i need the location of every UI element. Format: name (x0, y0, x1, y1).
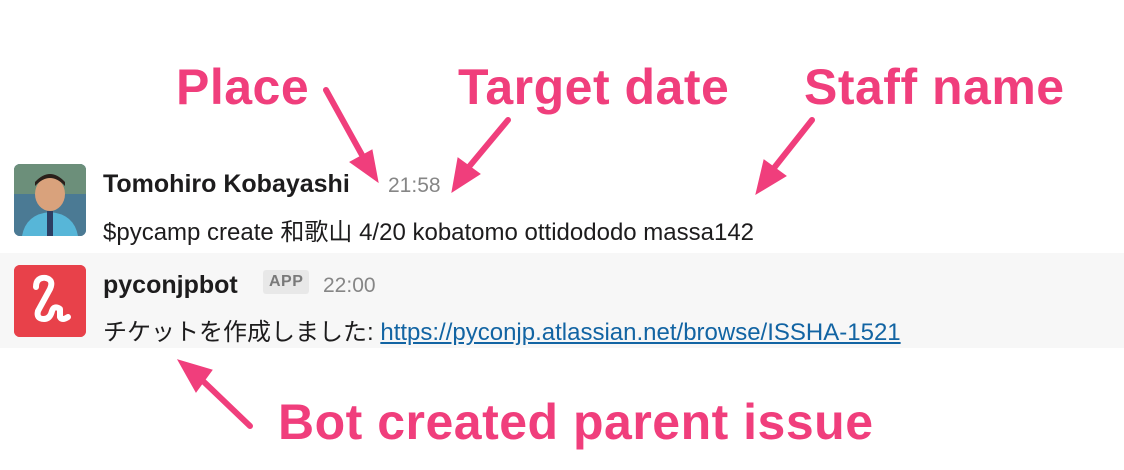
bot-timestamp[interactable]: 22:00 (323, 274, 376, 298)
annotation-place: Place (176, 59, 310, 115)
person-photo-icon (14, 164, 86, 236)
bot-avatar[interactable] (14, 265, 86, 337)
message-author[interactable]: Tomohiro Kobayashi (103, 170, 350, 199)
snake-logo-icon (14, 265, 86, 337)
annotation-bot-created: Bot created parent issue (278, 394, 874, 450)
message-row: Tomohiro Kobayashi 21:58 $pycamp create … (0, 158, 1124, 248)
issue-link[interactable]: https://pyconjp.atlassian.net/browse/ISS… (380, 319, 900, 346)
bot-message-text: チケットを作成しました: https://pyconjp.atlassian.n… (103, 312, 901, 347)
arrow-bot-created-head (176, 359, 213, 393)
bot-author[interactable]: pyconjpbot (103, 271, 238, 300)
arrow-bot-created (201, 379, 253, 429)
message-timestamp[interactable]: 21:58 (388, 174, 441, 198)
user-avatar[interactable] (14, 164, 86, 236)
message-text: $pycamp create 和歌山 4/20 kobatomo ottidod… (103, 219, 755, 246)
bot-message-prefix: チケットを作成しました: (103, 319, 381, 346)
annotation-target-date: Target date (458, 59, 730, 115)
app-badge: APP (263, 270, 310, 294)
arrow-place (323, 87, 365, 158)
annotation-staff-name: Staff name (804, 59, 1065, 115)
bot-message-row: pyconjpbot APP 22:00 チケットを作成しました: https:… (0, 253, 1124, 348)
